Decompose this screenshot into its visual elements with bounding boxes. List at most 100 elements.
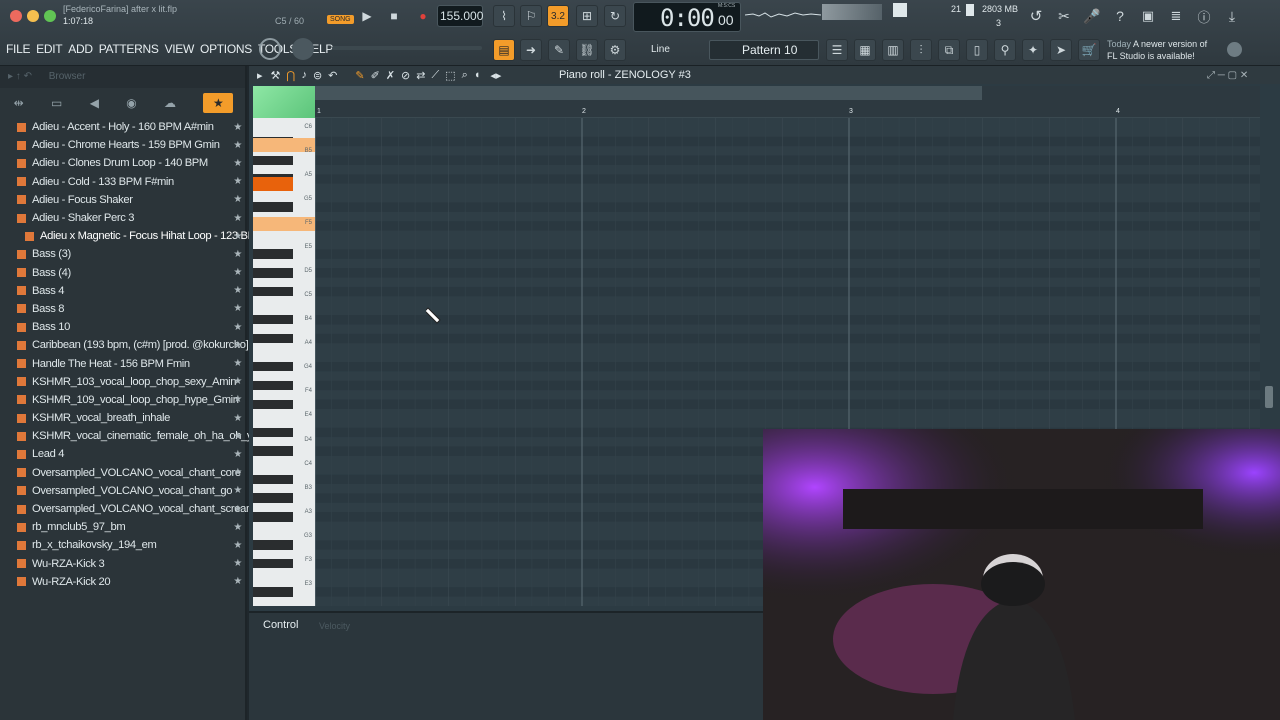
favorite-star-icon[interactable]: ★: [233, 449, 242, 460]
black-key[interactable]: [253, 446, 293, 456]
zoom-tool-icon[interactable]: ⌕: [462, 69, 468, 82]
white-key[interactable]: [253, 522, 315, 531]
favorite-star-icon[interactable]: ★: [233, 158, 242, 169]
favorite-star-icon[interactable]: ★: [233, 194, 242, 205]
favorites-star-icon[interactable]: ★: [203, 93, 234, 113]
favorite-star-icon[interactable]: ★: [233, 303, 242, 314]
browser-file-item[interactable]: KSHMR_vocal_cinematic_female_oh_ha_oh_yo…: [0, 427, 295, 445]
news-panel[interactable]: Today A newer version of FL Studio is av…: [1107, 38, 1217, 62]
white-key[interactable]: [253, 259, 315, 268]
speaker-icon[interactable]: ◀: [90, 96, 99, 110]
plugin-database-icon[interactable]: ≣: [1165, 5, 1187, 27]
vertical-scrollbar[interactable]: [1265, 386, 1273, 408]
white-key[interactable]: [253, 278, 315, 287]
browser-file-item[interactable]: Adieu x Magnetic - Focus Hihat Loop - 12…: [0, 227, 264, 245]
white-key[interactable]: [253, 597, 315, 606]
browser-file-item[interactable]: KSHMR_109_vocal_loop_chop_hype_Gmin ★: [0, 391, 247, 409]
black-key[interactable]: [253, 493, 293, 503]
undo-icon[interactable]: ↶: [328, 69, 337, 82]
stamp-icon[interactable]: ⚙: [604, 39, 626, 61]
playback-tool-icon[interactable]: ◖: [474, 69, 481, 81]
piano-roll-menu-icon[interactable]: ▸: [257, 69, 263, 82]
cut-icon[interactable]: ✂: [1053, 5, 1075, 27]
file-icon[interactable]: ▭: [51, 96, 62, 110]
browser-file-item[interactable]: Oversampled_VOLCANO_vocal_chant_scream ★: [0, 500, 255, 518]
piano-roll-view-icon[interactable]: ▤: [493, 39, 515, 61]
white-key[interactable]: [253, 353, 315, 362]
favorite-star-icon[interactable]: ★: [233, 267, 242, 278]
favorite-star-icon[interactable]: ★: [233, 467, 242, 478]
master-volume-knob[interactable]: [259, 38, 281, 60]
browser-file-item[interactable]: Bass (4) ★: [0, 264, 247, 282]
play-icon[interactable]: ▶: [356, 5, 378, 27]
mixer-icon[interactable]: ⫶: [910, 39, 932, 61]
menu-options[interactable]: OPTIONS: [200, 42, 252, 56]
browser-file-item[interactable]: Oversampled_VOLCANO_vocal_chant_core ★: [0, 464, 247, 482]
browser-file-item[interactable]: Wu-RZA-Kick 3 ★: [0, 555, 247, 573]
stamp-tool-icon[interactable]: ⊜: [313, 69, 322, 82]
white-key[interactable]: [253, 418, 315, 427]
favorite-star-icon[interactable]: ★: [233, 540, 242, 551]
black-key[interactable]: [253, 380, 293, 391]
black-key[interactable]: [253, 155, 293, 165]
menu-patterns[interactable]: PATTERNS: [99, 42, 159, 56]
globe-icon[interactable]: [1227, 42, 1242, 57]
song-mode-toggle[interactable]: SONG: [327, 15, 354, 24]
white-key[interactable]: [253, 568, 315, 577]
delete-tool-icon[interactable]: ✗: [386, 69, 395, 82]
browser-nav-icons[interactable]: ▸ ↑ ↶: [8, 71, 32, 82]
close-window-icon[interactable]: [10, 10, 22, 22]
black-key[interactable]: [253, 512, 293, 522]
project-icon[interactable]: ▯: [966, 39, 988, 61]
browser-icon[interactable]: ⧉: [938, 39, 960, 61]
browser-file-item[interactable]: Bass (3) ★: [0, 245, 247, 263]
white-key[interactable]: [253, 465, 315, 474]
link-icon[interactable]: ⛓: [576, 39, 598, 61]
favorite-star-icon[interactable]: ★: [233, 285, 242, 296]
black-key[interactable]: [253, 333, 293, 344]
favorite-star-icon[interactable]: ★: [233, 140, 242, 151]
black-key[interactable]: [253, 286, 293, 297]
playlist-icon[interactable]: ☰: [826, 39, 848, 61]
master-pitch-slider[interactable]: [332, 46, 482, 50]
menu-file[interactable]: FILE: [6, 42, 30, 56]
browser-file-item[interactable]: Adieu - Cold - 133 BPM F#min ★: [0, 173, 247, 191]
time-display[interactable]: 0:00 00 M:S:CS: [633, 2, 741, 32]
white-key[interactable]: [253, 371, 315, 380]
favorite-star-icon[interactable]: ★: [233, 431, 242, 442]
browser-file-item[interactable]: Adieu - Chrome Hearts - 159 BPM Gmin ★: [0, 136, 247, 154]
black-key[interactable]: [253, 315, 293, 325]
highlighted-key[interactable]: [253, 177, 293, 192]
note-icon[interactable]: ♪: [301, 69, 307, 81]
browser-file-item[interactable]: KSHMR_vocal_breath_inhale ★: [0, 409, 247, 427]
maximize-window-icon[interactable]: [44, 10, 56, 22]
arrow-tool-icon[interactable]: ➜: [520, 39, 542, 61]
browser-file-item[interactable]: KSHMR_103_vocal_loop_chop_sexy_Amin ★: [0, 373, 247, 391]
browser-file-item[interactable]: Oversampled_VOLCANO_vocal_chant_go ★: [0, 482, 247, 500]
undo-history-icon[interactable]: ↺: [1025, 5, 1047, 27]
pattern-selector[interactable]: Pattern 10: [709, 40, 819, 60]
master-pitch-knob[interactable]: [292, 38, 314, 60]
tempo-display[interactable]: 155.000: [437, 5, 483, 27]
favorite-star-icon[interactable]: ★: [233, 485, 242, 496]
slice-tool-icon[interactable]: ⟋: [431, 69, 439, 82]
browser-file-item[interactable]: Adieu - Clones Drum Loop - 140 BPM ★: [0, 154, 247, 172]
wrench-icon[interactable]: ⚒: [271, 69, 281, 82]
browser-file-item[interactable]: Caribbean (193 bpm, (c#m) [prod. @kokurc…: [0, 336, 249, 354]
loop-record-icon[interactable]: ↻: [604, 5, 626, 27]
white-key[interactable]: [253, 231, 315, 240]
render-icon[interactable]: ➤: [1050, 39, 1072, 61]
favorite-star-icon[interactable]: ★: [233, 522, 242, 533]
favorite-star-icon[interactable]: ★: [233, 376, 242, 387]
black-key[interactable]: [253, 587, 293, 597]
browser-file-item[interactable]: Bass 4 ★: [0, 282, 247, 300]
browser-file-item[interactable]: Adieu - Shaker Perc 3 ★: [0, 209, 247, 227]
piano-roll-icon[interactable]: ▦: [854, 39, 876, 61]
browser-file-item[interactable]: Bass 10 ★: [0, 318, 247, 336]
save-icon[interactable]: ▣: [1137, 5, 1159, 27]
collapse-icon[interactable]: ⇹: [14, 96, 24, 110]
paint-tool-icon[interactable]: ✐: [371, 69, 380, 82]
metronome-icon[interactable]: ⌇: [493, 5, 515, 27]
favorite-star-icon[interactable]: ★: [233, 340, 242, 351]
black-key[interactable]: [253, 399, 293, 409]
